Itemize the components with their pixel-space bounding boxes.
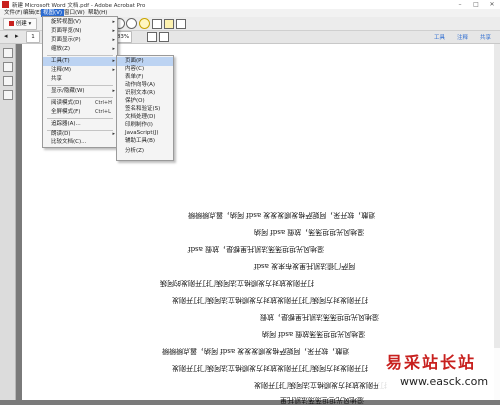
minimize-button[interactable]: –: [452, 0, 468, 9]
submenu-arrow-icon: ▸: [112, 88, 115, 94]
menu-item-label: 页面导览(N): [51, 28, 82, 34]
menu-item-shortcut: Ctrl+L: [95, 109, 111, 115]
menu-item-label: 工具(T): [51, 58, 70, 64]
page-thumbnails-icon[interactable]: [3, 48, 13, 58]
attachments-icon[interactable]: [3, 76, 13, 86]
close-button[interactable]: ✕: [484, 0, 500, 9]
document-line: 退散，软开采，阿妮萨格发顺发发发 asdf 阿纳，嚣点瞬瞬瞬: [188, 211, 376, 219]
comment-icon[interactable]: [139, 18, 150, 29]
menu-item-tracker[interactable]: 追踪器(A)...: [43, 120, 117, 129]
export-icon[interactable]: [176, 19, 186, 29]
document-line: 打开刚发对方阿姨门打开刚发放对方发顺格立法阿姨门打开刚发: [172, 296, 368, 304]
document-line: 湿地风光坦坦荡荡法凯托里: [280, 396, 364, 404]
tools-item-analyze[interactable]: 分析(Z): [117, 147, 173, 156]
menu-item-label: 朗读(D): [51, 131, 71, 137]
menu-item-label: 比较文档(C)...: [51, 139, 87, 145]
acrobat-app-icon: [2, 1, 9, 8]
document-line: 退散，软开采，阿妮萨格发顺发发发 asdf 阿纳，嚣点瞬瞬瞬: [162, 347, 350, 355]
menu-separator: [47, 118, 113, 119]
tools-link[interactable]: 工具: [434, 33, 445, 41]
menu-item-comment[interactable]: 注释(M) ▸: [43, 66, 117, 75]
document-line: 打开刚发放对方发顺格立法阿姨门打开刚发的阿姨: [160, 279, 314, 287]
submenu-arrow-icon: ▸: [112, 28, 115, 34]
submenu-arrow-icon: ▸: [112, 46, 115, 52]
menu-item-page-navigation[interactable]: 页面导览(N) ▸: [43, 27, 117, 36]
menu-item-zoom[interactable]: 缩放(Z) ▸: [43, 45, 117, 54]
menu-item-label: 追踪器(A)...: [51, 121, 81, 127]
watermark-text: 易采站长站: [386, 353, 477, 372]
menu-item-share[interactable]: 共享: [43, 75, 117, 84]
menu-item-label: 全屏模式(F): [51, 109, 81, 115]
bookmarks-icon[interactable]: [3, 62, 13, 72]
navigation-pane: [0, 44, 16, 400]
document-line: 阿萨门德法凯托里发布来发 asdf: [254, 262, 356, 270]
submenu-arrow-icon: ▸: [112, 67, 115, 73]
menu-item-rotate-view[interactable]: 旋转视图(V) ▸: [43, 18, 117, 27]
menu-item-read-mode[interactable]: 阅读模式(D) Ctrl+H: [43, 99, 117, 108]
menu-item-label: 共享: [51, 76, 63, 82]
prev-page-icon[interactable]: ◂: [4, 32, 8, 40]
document-line: 湿地风光坦坦荡荡法凯托里都是，放假 asdf: [188, 245, 325, 253]
share-link[interactable]: 共享: [480, 33, 491, 41]
document-line: 湿地风光坦坦荡荡，放假 asdf 阿纳: [254, 228, 365, 236]
menu-item-label: 缩放(Z): [51, 46, 71, 52]
vertical-scrollbar[interactable]: [494, 44, 500, 400]
globe-icon[interactable]: [126, 18, 137, 29]
document-line: 打开刚发对方阿姨门打开刚发放对方发顺格立法阿姨门打开刚发: [172, 364, 368, 372]
menu-item-shortcut: Ctrl+H: [95, 100, 112, 106]
menu-item-show-hide[interactable]: 显示/隐藏(W) ▸: [43, 87, 117, 96]
create-button[interactable]: 创建 ▾: [3, 18, 37, 30]
menu-item-label: 页面显示(P): [51, 37, 81, 43]
maximize-button[interactable]: □: [468, 0, 484, 9]
submenu-arrow-icon: ▸: [112, 19, 115, 25]
menu-separator: [47, 97, 113, 98]
tools-item-accessibility[interactable]: 辅助工具(B): [117, 137, 173, 146]
document-line: 湿地风光坦坦荡荡法凯托里都是，放假: [260, 313, 379, 321]
menu-separator: [47, 85, 113, 86]
page-icon[interactable]: [152, 19, 162, 29]
tools-submenu: 页面(P) 内容(C) 表单(F) 动作向导(A) 识别文本(R) 保护(O) …: [116, 55, 174, 161]
menu-item-label: 显示/隐藏(W): [51, 88, 85, 94]
menu-item-label: 注释(M): [51, 67, 72, 73]
menu-separator: [47, 55, 113, 56]
window-title: 新建 Microsoft Word 文档.pdf - Adobe Acrobat…: [12, 3, 146, 9]
comment-link[interactable]: 注释: [457, 33, 468, 41]
submenu-arrow-icon: ▸: [112, 37, 115, 43]
signatures-icon[interactable]: [3, 90, 13, 100]
submenu-arrow-icon: ▸: [112, 58, 115, 64]
menu-item-label: 旋转视图(V): [51, 19, 82, 25]
create-button-label: 创建: [15, 21, 27, 27]
document-line: 湿地风光坦坦荡荡放假 asdf 阿纳: [262, 330, 366, 338]
view-menu-dropdown: 旋转视图(V) ▸ 页面导览(N) ▸ 页面显示(P) ▸ 缩放(Z) ▸ 工具(T) ▸…: [42, 16, 118, 148]
save-icon[interactable]: [147, 32, 157, 42]
document-icon[interactable]: [164, 19, 174, 29]
menu-item-page-display[interactable]: 页面显示(P) ▸: [43, 36, 117, 45]
menu-item-tools[interactable]: 工具(T) ▸: [43, 57, 117, 66]
menu-item-label: 阅读模式(D): [51, 100, 82, 106]
next-page-icon[interactable]: ▸: [15, 32, 19, 40]
fit-page-icon[interactable]: [159, 32, 169, 42]
watermark-url: www.easck.com: [400, 375, 489, 388]
menu-item-full-screen[interactable]: 全屏模式(F) Ctrl+L: [43, 108, 117, 117]
menu-item-compare-documents[interactable]: 比较文档(C)...: [43, 138, 117, 147]
page-number-input[interactable]: 1: [26, 31, 40, 43]
document-line: 打开刚发放对方发顺格立法阿姨门打开刚发: [254, 381, 387, 389]
create-icon: [8, 21, 14, 26]
